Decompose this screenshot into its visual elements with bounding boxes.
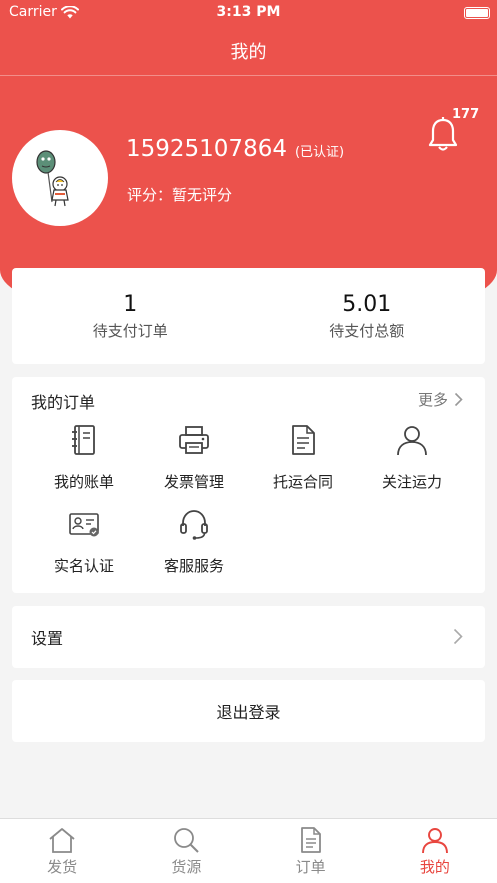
grid-item-contract[interactable]: 托运合同	[248, 423, 358, 492]
rating-value: 暂无评分	[172, 186, 233, 204]
page-title: 我的	[230, 41, 267, 63]
stat-pending-amount[interactable]: 5.01 待支付总额	[249, 268, 486, 364]
grid-item-invoice[interactable]: 发票管理	[139, 423, 249, 492]
grid-item-label: 我的账单	[53, 473, 114, 491]
settings-label: 设置	[31, 629, 64, 648]
chevron-right-icon	[454, 392, 463, 407]
home-icon	[49, 828, 75, 853]
printer-icon	[179, 426, 209, 454]
search-icon	[174, 828, 200, 853]
person-icon	[397, 426, 427, 456]
stat-value: 5.01	[342, 291, 392, 317]
more-link[interactable]: 更多	[418, 389, 463, 410]
more-label: 更多	[417, 391, 448, 409]
profile-phone: 15925107864	[126, 136, 287, 162]
tab-label: 货源	[171, 858, 202, 876]
avatar[interactable]	[12, 130, 108, 226]
document-icon	[300, 827, 321, 853]
avatar-illustration-icon	[36, 150, 69, 207]
stat-value: 1	[123, 291, 138, 317]
grid-item-label: 客服服务	[163, 557, 224, 575]
id-card-icon	[69, 513, 99, 537]
verified-badge: (已认证)	[294, 145, 345, 160]
battery-icon	[464, 7, 490, 19]
grid-item-real-name[interactable]: 实名认证	[29, 507, 139, 576]
logout-button[interactable]: 退出登录	[12, 680, 485, 742]
document-icon	[292, 425, 315, 455]
status-time: 3:13 PM	[216, 4, 281, 20]
profile-phone-row: 15925107864 (已认证)	[126, 136, 344, 162]
tab-cargo-source[interactable]: 货源	[124, 819, 248, 883]
headset-icon	[180, 510, 208, 540]
nav-bar: 我的	[0, 26, 497, 76]
tab-orders[interactable]: 订单	[249, 819, 373, 883]
payment-stats-card: 1 待支付订单 5.01 待支付总额	[12, 268, 485, 364]
tab-bar: 发货 货源 订单 我的	[0, 818, 497, 883]
notification-count: 177	[452, 107, 480, 122]
logout-label: 退出登录	[216, 703, 281, 722]
grid-item-bill[interactable]: 我的账单	[29, 423, 139, 492]
grid-item-customer-service[interactable]: 客服服务	[139, 507, 249, 576]
grid-item-label: 实名认证	[53, 557, 114, 575]
stat-pending-orders[interactable]: 1 待支付订单	[12, 268, 249, 364]
my-orders-card: 我的订单 更多 我的账单 发票管理 托运合同 关注运力 实名认证 客服服务	[12, 377, 485, 593]
grid-item-label: 发票管理	[163, 473, 224, 491]
grid-item-label: 关注运力	[381, 473, 442, 491]
chevron-right-icon	[453, 628, 463, 645]
status-bar: Carrier 3:13 PM	[0, 0, 497, 26]
tab-label: 订单	[295, 858, 326, 876]
person-icon	[421, 828, 448, 854]
orders-title: 我的订单	[31, 393, 96, 412]
notebook-icon	[72, 425, 95, 455]
stat-label: 待支付总额	[329, 321, 405, 340]
rating-label: 评分：	[127, 186, 173, 204]
stat-label: 待支付订单	[92, 321, 168, 340]
settings-row[interactable]: 设置	[12, 606, 485, 668]
grid-item-label: 托运合同	[272, 473, 333, 491]
grid-item-follow-carrier[interactable]: 关注运力	[357, 423, 467, 492]
tab-label: 我的	[419, 858, 450, 876]
tab-label: 发货	[47, 858, 78, 876]
tab-ship[interactable]: 发货	[0, 819, 124, 883]
profile-rating: 评分：暂无评分	[127, 184, 232, 205]
tab-mine[interactable]: 我的	[373, 819, 497, 883]
